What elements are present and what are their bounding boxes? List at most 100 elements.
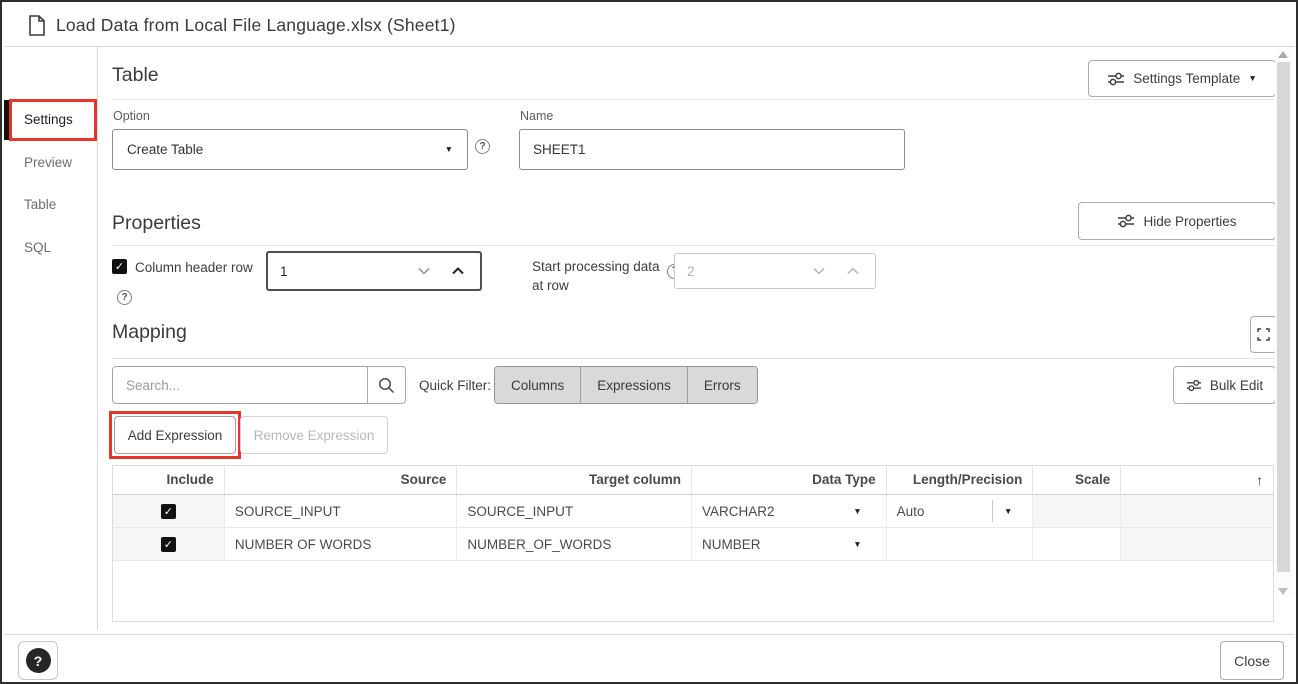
chevron-down-icon: ▼ [1248, 74, 1256, 83]
column-header-help-icon[interactable]: ? [117, 290, 132, 305]
column-header-row-checkbox[interactable]: ✓ [112, 259, 127, 274]
sidebar-item-settings[interactable]: Settings [4, 109, 97, 131]
column-header-target[interactable]: Target column [457, 466, 692, 494]
quick-filter-group: Columns Expressions Errors [494, 366, 758, 404]
properties-section-heading: Properties [112, 212, 201, 235]
chevron-down-icon[interactable]: ▼ [1004, 507, 1022, 516]
row-extra-cell [1121, 495, 1273, 527]
name-label: Name [520, 109, 553, 123]
scrollbar-thumb[interactable] [1277, 62, 1290, 572]
table-name-input[interactable] [519, 129, 905, 170]
target-cell[interactable]: NUMBER_OF_WORDS [457, 528, 692, 560]
close-button[interactable]: Close [1220, 641, 1284, 680]
help-button[interactable]: ? [18, 641, 58, 680]
settings-template-button[interactable]: Settings Template ▼ [1088, 60, 1276, 97]
scale-cell [1033, 495, 1121, 527]
scale-cell[interactable] [1033, 528, 1121, 560]
column-header-sort[interactable]: ↑ [1121, 466, 1273, 494]
remove-expression-button: Remove Expression [240, 416, 388, 454]
include-cell: ✓ [113, 528, 225, 560]
start-processing-line1: Start processing data [532, 259, 660, 274]
help-icon: ? [26, 648, 51, 673]
start-processing-value: 2 [675, 264, 813, 279]
bulk-edit-label: Bulk Edit [1210, 378, 1263, 393]
sidebar-divider [97, 47, 98, 630]
mapping-section-heading: Mapping [112, 321, 187, 344]
include-checkbox[interactable]: ✓ [161, 504, 176, 519]
include-checkbox[interactable]: ✓ [161, 537, 176, 552]
start-processing-spinner: 2 [674, 253, 876, 289]
vertical-scrollbar[interactable] [1275, 49, 1292, 597]
bulk-edit-button[interactable]: Bulk Edit [1173, 366, 1276, 404]
table-section-heading: Table [112, 64, 159, 87]
datatype-cell[interactable]: NUMBER ▼ [692, 528, 887, 560]
sidebar: Settings Preview Table SQL [4, 48, 97, 680]
filter-expressions-button[interactable]: Expressions [581, 367, 688, 403]
start-processing-line2: at row [532, 278, 569, 293]
scroll-down-arrow-icon[interactable] [1278, 588, 1288, 595]
remove-expression-label: Remove Expression [254, 428, 375, 443]
search-icon [378, 377, 395, 394]
settings-template-label: Settings Template [1133, 71, 1240, 86]
target-cell[interactable]: SOURCE_INPUT [457, 495, 692, 527]
mapping-grid: Include Source Target column Data Type L… [112, 465, 1274, 622]
chevron-down-icon[interactable]: ▼ [853, 507, 875, 516]
include-cell: ✓ [113, 495, 225, 527]
sliders-icon [1107, 72, 1125, 86]
column-header-scale[interactable]: Scale [1033, 466, 1121, 494]
chevron-down-icon: ▼ [445, 145, 453, 154]
length-cell[interactable] [887, 528, 1034, 560]
source-cell[interactable]: NUMBER OF WORDS [225, 528, 458, 560]
column-header-include[interactable]: Include [113, 466, 225, 494]
expand-icon [1257, 328, 1270, 341]
grid-header-row: Include Source Target column Data Type L… [113, 466, 1273, 495]
load-data-dialog: Load Data from Local File Language.xlsx … [0, 0, 1298, 684]
column-header-length[interactable]: Length/Precision [887, 466, 1034, 494]
page-title: Load Data from Local File Language.xlsx … [56, 15, 456, 36]
mapping-section-rule [112, 358, 1276, 359]
spinner-decrement-icon[interactable] [418, 267, 430, 275]
quick-filter-label: Quick Filter: [419, 378, 491, 393]
check-icon: ✓ [115, 260, 124, 273]
sliders-icon [1186, 379, 1202, 392]
datatype-value: VARCHAR2 [702, 504, 775, 519]
sidebar-item-table[interactable]: Table [4, 194, 97, 216]
maximize-button[interactable] [1250, 316, 1277, 353]
hide-properties-button[interactable]: Hide Properties [1078, 202, 1276, 240]
start-processing-label: Start processing data ? at row [532, 258, 682, 295]
sliders-icon [1117, 214, 1135, 228]
add-expression-button[interactable]: Add Expression [114, 416, 236, 454]
option-value: Create Table [127, 142, 203, 157]
chevron-down-icon[interactable]: ▼ [853, 540, 875, 549]
properties-section-rule [112, 245, 1276, 246]
add-expression-label: Add Expression [128, 428, 223, 443]
row-extra-cell [1121, 528, 1273, 560]
column-header-row-value: 1 [268, 264, 418, 279]
column-header-row-spinner[interactable]: 1 [266, 251, 482, 291]
table-row[interactable]: ✓ NUMBER OF WORDS NUMBER_OF_WORDS NUMBER… [113, 528, 1273, 561]
sidebar-item-sql[interactable]: SQL [4, 237, 97, 259]
spinner-increment-icon[interactable] [452, 267, 464, 275]
column-header-source[interactable]: Source [225, 466, 458, 494]
source-cell[interactable]: SOURCE_INPUT [225, 495, 458, 527]
check-icon: ✓ [164, 505, 173, 518]
scroll-up-arrow-icon[interactable] [1278, 51, 1288, 58]
sort-ascending-icon[interactable]: ↑ [1256, 472, 1263, 488]
spinner-decrement-icon [813, 267, 825, 275]
length-cell[interactable]: Auto ▼ [887, 495, 1034, 527]
sidebar-item-preview[interactable]: Preview [4, 152, 97, 174]
check-icon: ✓ [164, 538, 173, 551]
length-combo-split: ▼ [992, 495, 1022, 527]
search-input[interactable] [112, 366, 368, 404]
filter-errors-button[interactable]: Errors [688, 367, 757, 403]
option-help-icon[interactable]: ? [475, 139, 490, 154]
option-select[interactable]: Create Table ▼ [112, 129, 468, 170]
footer-divider [4, 634, 1294, 635]
close-label: Close [1234, 653, 1270, 669]
length-value: Auto [897, 504, 925, 519]
datatype-cell[interactable]: VARCHAR2 ▼ [692, 495, 887, 527]
column-header-datatype[interactable]: Data Type [692, 466, 887, 494]
search-button[interactable] [367, 366, 406, 404]
table-row[interactable]: ✓ SOURCE_INPUT SOURCE_INPUT VARCHAR2 ▼ A… [113, 495, 1273, 528]
filter-columns-button[interactable]: Columns [495, 367, 581, 403]
